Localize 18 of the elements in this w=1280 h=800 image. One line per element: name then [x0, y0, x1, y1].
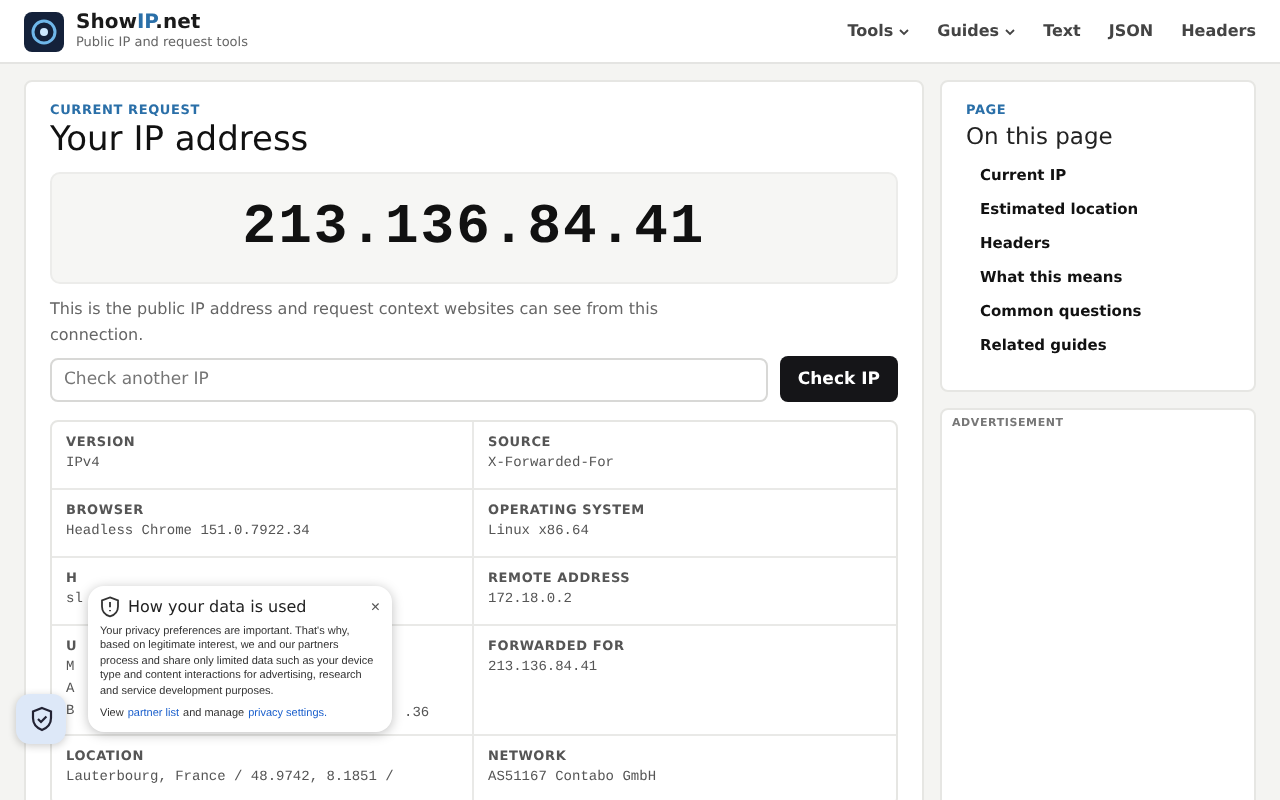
privacy-button[interactable]	[16, 694, 66, 744]
site-name[interactable]: ShowIP.net	[76, 12, 248, 34]
nav-link[interactable]: JSON	[1108, 22, 1154, 40]
shield-check-icon	[29, 706, 53, 732]
toc-title: On this page	[966, 122, 1115, 150]
page-title: Your IP address	[50, 120, 311, 160]
check-ip-button[interactable]: Check IP	[779, 356, 898, 402]
logo-icon	[24, 11, 64, 51]
ip-input-field[interactable]: Check another IP	[50, 357, 768, 401]
nav-link[interactable]: Text	[1043, 22, 1081, 40]
nav-link[interactable]: Headers	[1181, 22, 1256, 40]
ip-address: 213.136.84.41	[242, 197, 706, 259]
close-button[interactable]: ×	[370, 598, 380, 616]
nav-link[interactable]: Tools	[847, 22, 910, 40]
popup-title: How your data is used	[128, 598, 307, 616]
nav-link[interactable]: Guides	[937, 22, 1016, 40]
shield-icon	[100, 596, 120, 618]
description: This is the public IP address and request context websites can see from this connection.	[50, 298, 660, 348]
